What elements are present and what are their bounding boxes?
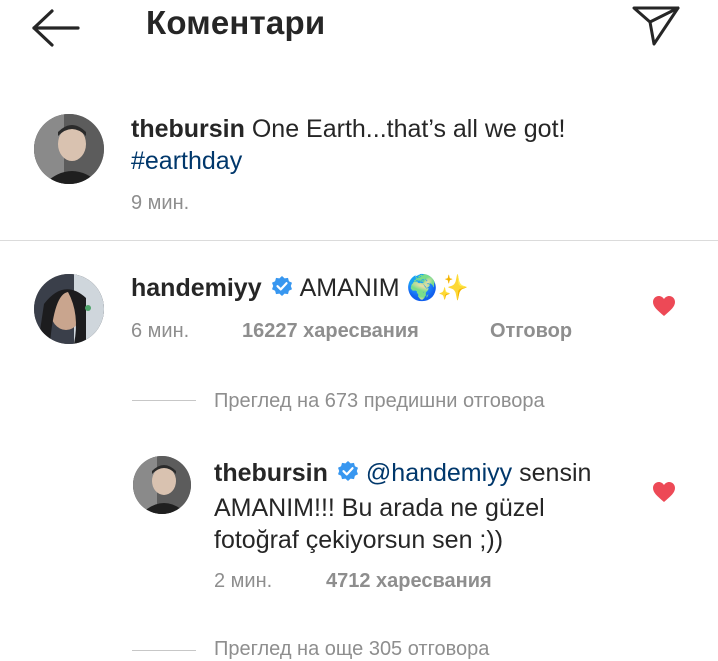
- view-previous-replies[interactable]: Преглед на 673 предишни отговора: [214, 390, 545, 413]
- share-button[interactable]: [628, 0, 684, 52]
- reply-text: thebursin @handemiyy sensin AMANIM!!! Bu …: [214, 457, 634, 556]
- heart-filled-icon: [653, 482, 675, 502]
- caption-username[interactable]: thebursin: [131, 115, 245, 143]
- reply-time: 2 мин.: [214, 570, 273, 592]
- caption-hashtag[interactable]: #earthday: [131, 147, 242, 175]
- thread-line: [132, 400, 196, 401]
- page-title: Коментари: [146, 4, 326, 41]
- heart-filled-icon: [653, 296, 675, 316]
- comment-like-button[interactable]: [652, 295, 676, 322]
- reply-body-3: fotoğraf çekiyorsun sen ;)): [214, 526, 504, 554]
- thread-line: [132, 650, 196, 651]
- comment-username[interactable]: handemiyy: [131, 274, 262, 302]
- back-button[interactable]: [28, 6, 84, 50]
- reply-like-button[interactable]: [652, 481, 676, 508]
- send-icon: [632, 6, 680, 46]
- caption-body: One Earth...that’s all we got!: [251, 115, 566, 143]
- divider: [0, 240, 718, 241]
- comment-text: handemiyy AMANIM 🌍✨: [131, 272, 469, 307]
- comment-emoji: 🌍✨: [406, 274, 469, 302]
- verified-badge-icon: [336, 460, 360, 492]
- comment-likes[interactable]: 16227 харесвания: [242, 320, 419, 343]
- comment-avatar[interactable]: [34, 274, 104, 344]
- caption-avatar[interactable]: [34, 114, 104, 184]
- reply-mention[interactable]: @handemiyy: [366, 459, 512, 487]
- reply-body-2: AMANIM!!! Bu arada ne güzel: [214, 494, 545, 522]
- avatar-photo: [34, 114, 104, 184]
- caption-time: 9 мин.: [131, 192, 190, 214]
- arrow-left-icon: [32, 9, 80, 47]
- comment-time: 6 мин.: [131, 320, 190, 342]
- verified-badge-icon: [270, 275, 294, 307]
- reply-avatar[interactable]: [133, 456, 191, 514]
- avatar-photo: [34, 274, 104, 344]
- avatar-photo: [133, 456, 191, 514]
- caption-text: thebursin One Earth...that’s all we got!…: [131, 113, 691, 177]
- reply-body-1: sensin: [519, 459, 592, 487]
- comment-body: AMANIM: [299, 274, 400, 302]
- reply-likes[interactable]: 4712 харесвания: [326, 570, 492, 593]
- reply-button[interactable]: Отговор: [490, 320, 572, 343]
- reply-username[interactable]: thebursin: [214, 459, 328, 487]
- view-more-replies[interactable]: Преглед на още 305 отговора: [214, 638, 489, 661]
